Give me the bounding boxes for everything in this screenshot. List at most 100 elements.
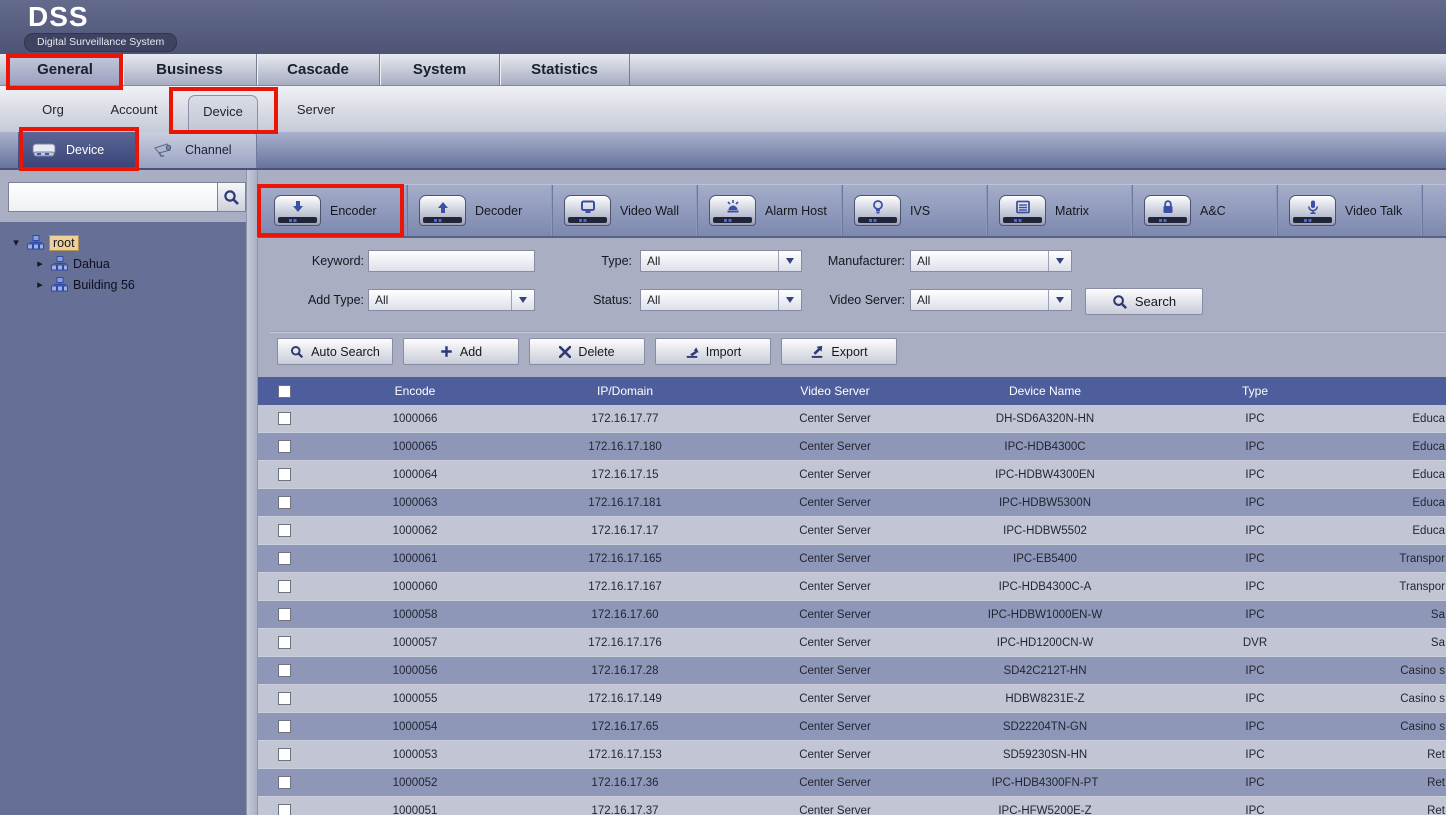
cell-org-partial: Sa: [1430, 608, 1445, 621]
table-row[interactable]: 1000054 172.16.17.65 Center Server SD22204T…: [258, 713, 1446, 741]
row-checkbox[interactable]: [277, 440, 291, 453]
cell-type: DVR: [1242, 636, 1268, 649]
toolbar-item-video-wall[interactable]: Video Wall: [552, 185, 697, 236]
table-row[interactable]: 1000052 172.16.17.36 Center Server IPC-HDB4…: [258, 769, 1446, 797]
row-checkbox[interactable]: [277, 552, 291, 565]
row-checkbox[interactable]: [277, 692, 291, 705]
delete-label: Delete: [578, 344, 615, 359]
select-all-checkbox[interactable]: [277, 384, 291, 398]
tab-statistics[interactable]: Statistics: [500, 54, 630, 85]
cell-org-partial: Ret: [1427, 748, 1445, 761]
status-select[interactable]: All: [640, 289, 802, 311]
search-button-label: Search: [1134, 294, 1177, 309]
import-button[interactable]: Import: [655, 338, 771, 365]
checkbox-cell: [258, 692, 310, 705]
column-header-type[interactable]: Type: [1150, 384, 1360, 398]
org-node-icon: [51, 277, 68, 292]
cell-video-server: Center Server: [799, 692, 871, 705]
tree-node-dahua[interactable]: ▸ Dahua: [34, 253, 246, 274]
table-row[interactable]: 1000063 172.16.17.181 Center Server IPC-HDB…: [258, 489, 1446, 517]
expand-arrow-icon[interactable]: ▸: [34, 278, 46, 291]
tree-node-label[interactable]: root: [49, 234, 79, 251]
table-row[interactable]: 1000066 172.16.17.77 Center Server DH-SD6A3…: [258, 405, 1446, 433]
table-row[interactable]: 1000058 172.16.17.60 Center Server IPC-HDBW…: [258, 601, 1446, 629]
manufacturer-select[interactable]: All: [910, 250, 1072, 272]
search-button[interactable]: Search: [1085, 288, 1203, 315]
row-checkbox[interactable]: [277, 412, 291, 425]
row-checkbox[interactable]: [277, 608, 291, 621]
subtab-server[interactable]: Server: [290, 96, 342, 124]
row-checkbox[interactable]: [277, 496, 291, 509]
column-header-ip-domain[interactable]: IP/Domain: [520, 384, 730, 398]
cell-encode: 1000058: [392, 608, 438, 621]
table-row[interactable]: 1000062 172.16.17.17 Center Server IPC-HDBW…: [258, 517, 1446, 545]
column-header-video-server[interactable]: Video Server: [730, 384, 940, 398]
cell-video-server: Center Server: [799, 580, 871, 593]
org-search-button[interactable]: [218, 182, 246, 212]
filter-separator: [270, 331, 1446, 332]
row-checkbox[interactable]: [277, 748, 291, 761]
cell-encode: 1000066: [392, 412, 438, 425]
table-row[interactable]: 1000055 172.16.17.149 Center Server HDBW823…: [258, 685, 1446, 713]
toolbar-item-access-control[interactable]: A&C: [1132, 185, 1277, 236]
row-checkbox[interactable]: [277, 776, 291, 789]
cell-device-name: IPC-HDB4300C-A: [998, 580, 1092, 593]
subtab-org[interactable]: Org: [30, 96, 76, 124]
cell-video-server: Center Server: [799, 412, 871, 425]
tab-system[interactable]: System: [380, 54, 500, 85]
add-type-select[interactable]: All: [368, 289, 535, 311]
app-header: DSS Digital Surveillance System: [0, 0, 1446, 54]
cell-video-server: Center Server: [799, 748, 871, 761]
row-checkbox[interactable]: [277, 580, 291, 593]
row-checkbox[interactable]: [277, 468, 291, 481]
cell-ip: 172.16.17.15: [591, 468, 659, 481]
row-checkbox[interactable]: [277, 636, 291, 649]
viewtab-device[interactable]: Device: [18, 132, 139, 168]
table-row[interactable]: 1000061 172.16.17.165 Center Server IPC-EB5…: [258, 545, 1446, 573]
tree-node-root[interactable]: ▾ root: [10, 232, 246, 253]
add-button[interactable]: Add: [403, 338, 519, 365]
toolbar-item-video-talk[interactable]: Video Talk: [1277, 185, 1422, 236]
sidebar-splitter[interactable]: [246, 170, 258, 815]
toolbar-item-encoder[interactable]: Encoder: [262, 185, 407, 236]
tab-cascade[interactable]: Cascade: [257, 54, 380, 85]
column-header-device-name[interactable]: Device Name: [940, 384, 1150, 398]
collapse-arrow-icon[interactable]: ▾: [10, 236, 22, 249]
table-row[interactable]: 1000056 172.16.17.28 Center Server SD42C212…: [258, 657, 1446, 685]
keyword-input[interactable]: [368, 250, 535, 272]
table-row[interactable]: 1000064 172.16.17.15 Center Server IPC-HDBW…: [258, 461, 1446, 489]
video-server-select[interactable]: All: [910, 289, 1072, 311]
cell-device-name: IPC-HDBW5502: [1003, 524, 1087, 537]
table-row[interactable]: 1000053 172.16.17.153 Center Server SD59230…: [258, 741, 1446, 769]
export-button[interactable]: Export: [781, 338, 897, 365]
plus-icon: [440, 345, 453, 358]
tree-node-label[interactable]: Building 56: [73, 278, 135, 292]
type-select[interactable]: All: [640, 250, 802, 272]
row-checkbox[interactable]: [277, 720, 291, 733]
auto-search-button[interactable]: Auto Search: [277, 338, 393, 365]
tree-node-label[interactable]: Dahua: [73, 257, 110, 271]
toolbar-item-decoder[interactable]: Decoder: [407, 185, 552, 236]
delete-button[interactable]: Delete: [529, 338, 645, 365]
column-header-encode[interactable]: Encode: [310, 384, 520, 398]
row-checkbox[interactable]: [277, 804, 291, 815]
tree-node-building-56[interactable]: ▸ Building 56: [34, 274, 246, 295]
table-row[interactable]: 1000051 172.16.17.37 Center Server IPC-HFW5…: [258, 797, 1446, 815]
row-checkbox[interactable]: [277, 524, 291, 537]
expand-arrow-icon[interactable]: ▸: [34, 257, 46, 270]
tab-general[interactable]: General: [8, 54, 123, 85]
subtab-device[interactable]: Device: [188, 95, 258, 132]
toolbar-item-matrix[interactable]: Matrix: [987, 185, 1132, 236]
subtab-account[interactable]: Account: [104, 96, 164, 124]
tab-business[interactable]: Business: [123, 54, 257, 85]
table-row[interactable]: 1000057 172.16.17.176 Center Server IPC-HD1…: [258, 629, 1446, 657]
toolbar-item-label: Matrix: [1055, 203, 1090, 218]
table-row[interactable]: 1000060 172.16.17.167 Center Server IPC-HDB…: [258, 573, 1446, 601]
org-search-input[interactable]: [8, 182, 218, 212]
table-row[interactable]: 1000065 172.16.17.180 Center Server IPC-HDB…: [258, 433, 1446, 461]
row-checkbox[interactable]: [277, 664, 291, 677]
toolbar-item-alarm-host[interactable]: Alarm Host: [697, 185, 842, 236]
cell-org-partial: Casino s: [1400, 692, 1445, 705]
toolbar-item-ivs[interactable]: IVS: [842, 185, 987, 236]
viewtab-channel[interactable]: Channel: [139, 132, 257, 168]
